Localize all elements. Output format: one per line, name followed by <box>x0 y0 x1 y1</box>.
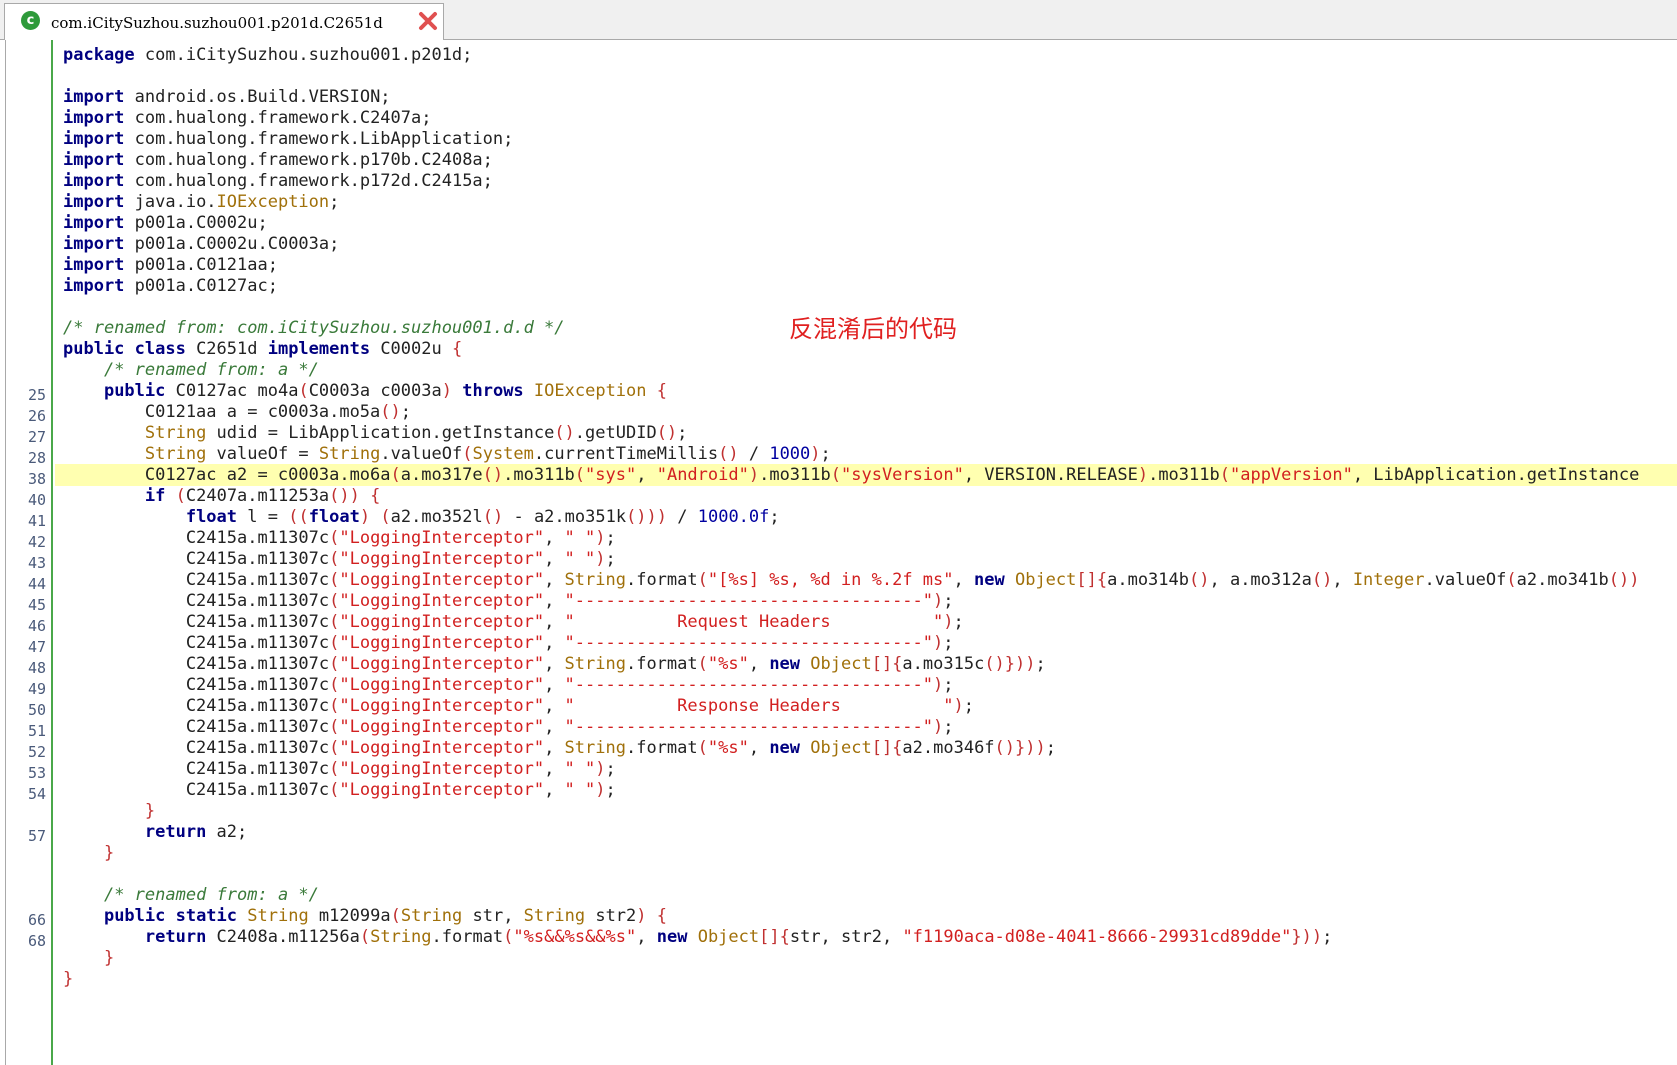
code-line: C2415a.m11307c("LoggingInterceptor", "--… <box>63 633 954 653</box>
code-line: return C2408a.m11256a(String.format("%s&… <box>144 927 1333 947</box>
code-area[interactable]: package com.iCitySuzhou.suzhou001.p201d;… <box>55 40 1677 1065</box>
code-line: C2415a.m11307c("LoggingInterceptor", " R… <box>63 696 974 716</box>
line-number: 57 <box>27 827 46 845</box>
package-declaration: package com.iCitySuzhou.suzhou001.p201d; <box>63 45 473 65</box>
line-number: 41 <box>27 512 46 530</box>
line-number: 26 <box>27 407 46 425</box>
editor-tab[interactable]: c com.iCitySuzhou.suzhou001.p201d.C2651d <box>4 3 444 40</box>
class-file-icon: c <box>21 11 40 30</box>
highlighted-code-line: C0127ac a2 = c0003a.mo6a(a.mo317e().mo31… <box>55 464 1677 486</box>
code-line: } <box>103 948 115 968</box>
annotation-label: 反混淆后的代码 <box>789 315 957 343</box>
import-line: import android.os.Build.VERSION; <box>63 87 391 107</box>
code-line: public static String m12099a(String str,… <box>103 906 668 926</box>
line-number: 47 <box>27 638 46 656</box>
comment-line: /* renamed from: a */ <box>103 360 319 380</box>
import-line: import com.hualong.framework.C2407a; <box>63 108 432 128</box>
code-editor[interactable]: 25 26 27 28 38 40 41 42 43 44 45 46 47 4… <box>5 40 1677 1065</box>
comment-line: /* renamed from: a */ <box>103 885 319 905</box>
line-number: 46 <box>27 617 46 635</box>
line-number: 45 <box>27 596 46 614</box>
import-line: import p001a.C0127ac; <box>63 276 278 296</box>
code-line: C2415a.m11307c("LoggingInterceptor", " R… <box>63 612 964 632</box>
line-number: 40 <box>27 491 46 509</box>
import-line: import p001a.C0002u.C0003a; <box>63 234 340 254</box>
code-line: } <box>144 801 156 821</box>
line-number: 53 <box>27 764 46 782</box>
code-line: C2415a.m11307c("LoggingInterceptor", Str… <box>63 738 1056 758</box>
line-number: 43 <box>27 554 46 572</box>
code-line: C2415a.m11307c("LoggingInterceptor", "--… <box>63 675 954 695</box>
editor-tab-bar: c com.iCitySuzhou.suzhou001.p201d.C2651d <box>0 0 1677 40</box>
import-line: import p001a.C0002u; <box>63 213 268 233</box>
code-line: C2415a.m11307c("LoggingInterceptor", "--… <box>63 717 954 737</box>
code-line: String valueOf = String.valueOf(System.c… <box>144 444 831 464</box>
code-line: C2415a.m11307c("LoggingInterceptor", "--… <box>63 591 954 611</box>
code-line: C2415a.m11307c("LoggingInterceptor", " "… <box>63 780 616 800</box>
code-line: C2415a.m11307c("LoggingInterceptor", " "… <box>63 528 616 548</box>
code-line: String udid = LibApplication.getInstance… <box>144 423 688 443</box>
line-number-gutter: 25 26 27 28 38 40 41 42 43 44 45 46 47 4… <box>6 40 53 1065</box>
code-line: C0121aa a = c0003a.mo5a(); <box>63 402 412 422</box>
import-line: import com.hualong.framework.p172d.C2415… <box>63 171 493 191</box>
line-number: 66 <box>27 911 46 929</box>
line-number: 28 <box>27 449 46 467</box>
code-line: public C0127ac mo4a(C0003a c0003a) throw… <box>103 381 668 401</box>
import-line: import java.io.IOException; <box>63 192 340 212</box>
import-line: import com.hualong.framework.p170b.C2408… <box>63 150 493 170</box>
code-line: if (C2407a.m11253a()) { <box>144 486 381 506</box>
code-line: C2415a.m11307c("LoggingInterceptor", Str… <box>63 654 1046 674</box>
line-number: 52 <box>27 743 46 761</box>
code-line: C2415a.m11307c("LoggingInterceptor", Str… <box>63 570 1640 590</box>
code-line: } <box>103 843 115 863</box>
line-number: 68 <box>27 932 46 950</box>
line-number: 27 <box>27 428 46 446</box>
tab-title: com.iCitySuzhou.suzhou001.p201d.C2651d <box>51 14 383 32</box>
code-line: return a2; <box>144 822 248 842</box>
line-number: 25 <box>27 386 46 404</box>
line-number: 38 <box>27 470 46 488</box>
line-number: 54 <box>27 785 46 803</box>
line-number: 42 <box>27 533 46 551</box>
line-number: 48 <box>27 659 46 677</box>
line-number: 50 <box>27 701 46 719</box>
import-line: import p001a.C0121aa; <box>63 255 278 275</box>
close-tab-icon[interactable] <box>416 9 440 33</box>
line-number: 51 <box>27 722 46 740</box>
code-line: C2415a.m11307c("LoggingInterceptor", " "… <box>63 759 616 779</box>
line-number: 44 <box>27 575 46 593</box>
code-line: float l = ((float) (a2.mo352l() - a2.mo3… <box>185 507 780 527</box>
line-number: 49 <box>27 680 46 698</box>
import-line: import com.hualong.framework.LibApplicat… <box>63 129 514 149</box>
code-line: C2415a.m11307c("LoggingInterceptor", " "… <box>63 549 616 569</box>
code-line: } <box>63 969 74 989</box>
